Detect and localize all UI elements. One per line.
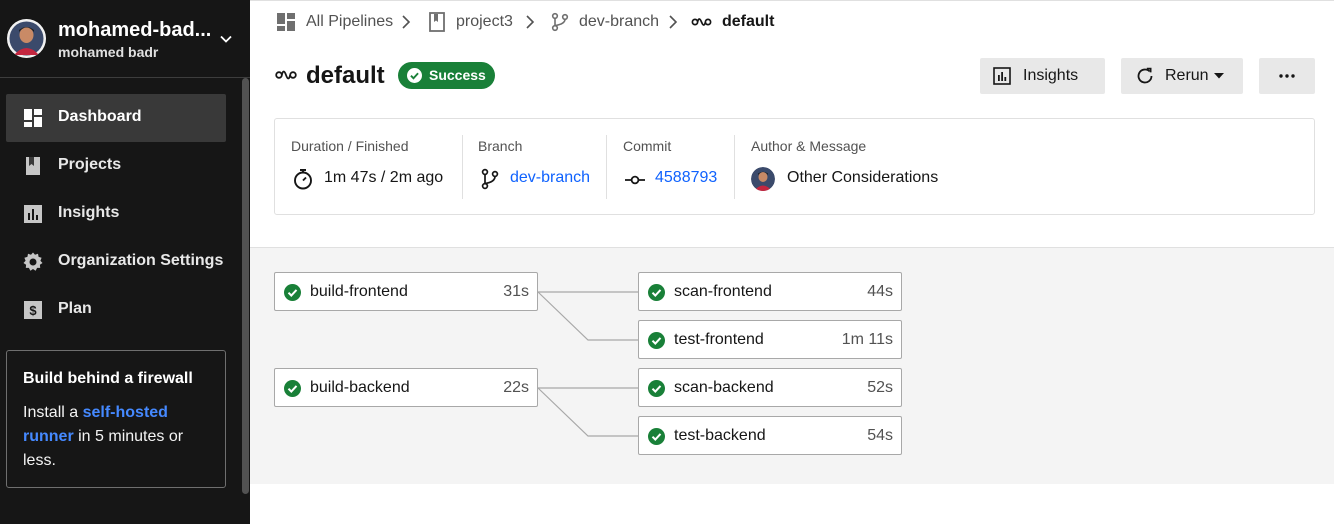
branch-label: Branch: [478, 138, 523, 154]
success-icon: [648, 380, 665, 397]
job-name: scan-frontend: [674, 283, 772, 300]
insights-icon: [993, 67, 1011, 85]
org-switcher[interactable]: mohamed-bad... mohamed badr: [0, 0, 250, 78]
sidebar-item-insights[interactable]: Insights: [6, 190, 226, 238]
refresh-icon: [1137, 67, 1153, 84]
job-test-backend[interactable]: test-backend 54s: [638, 416, 902, 455]
chevron-right-icon: [526, 15, 535, 29]
projects-icon: [26, 157, 40, 175]
job-duration: 1m 11s: [841, 331, 893, 348]
dollar-icon: $: [24, 301, 42, 319]
breadcrumb-label: dev-branch: [579, 13, 660, 30]
org-avatar: [7, 19, 46, 58]
sidebar-item-label: Insights: [58, 204, 120, 221]
commit-message: Other Considerations: [787, 169, 939, 186]
job-test-frontend[interactable]: test-frontend 1m 11s: [638, 320, 902, 359]
timer-icon: [294, 169, 312, 190]
job-name: test-backend: [674, 427, 766, 444]
promo-text: Install a self-hosted runner in 5 minute…: [23, 401, 213, 473]
job-duration: 22s: [503, 379, 529, 396]
sidebar-item-label: Projects: [58, 156, 122, 173]
page-title: default: [306, 62, 385, 89]
checkmark-icon: [407, 68, 422, 83]
sidebar-scrollbar[interactable]: [242, 78, 249, 494]
sidebar-item-projects[interactable]: Projects: [6, 142, 226, 190]
chevron-down-icon[interactable]: [218, 31, 234, 47]
chevron-right-icon: [669, 15, 678, 29]
divider: [734, 135, 735, 199]
chevron-right-icon: [402, 15, 411, 29]
sidebar: mohamed-bad... mohamed badr Dashboard Pr…: [0, 0, 250, 524]
sidebar-item-plan[interactable]: $ Plan: [6, 286, 226, 334]
org-name: mohamed-bad...: [58, 19, 212, 41]
commit-icon: [625, 175, 645, 185]
sidebar-item-label: Organization Settings: [58, 252, 224, 269]
rerun-button-label: Rerun: [1165, 67, 1209, 84]
success-icon: [648, 332, 665, 349]
svg-text:$: $: [29, 303, 37, 318]
workflow-graph: build-frontend 31s scan-frontend 44s tes…: [250, 247, 1334, 484]
duration-value: 1m 47s / 2m ago: [324, 169, 444, 186]
sidebar-item-label: Dashboard: [58, 108, 142, 125]
commit-link[interactable]: 4588793: [655, 169, 717, 187]
breadcrumb-project[interactable]: project3: [428, 12, 513, 32]
status-badge: Success: [398, 62, 495, 89]
success-icon: [284, 284, 301, 301]
pipeline-details-card: Duration / Finished 1m 47s / 2m ago Bran…: [274, 118, 1315, 215]
gear-icon: [23, 252, 43, 271]
divider: [606, 135, 607, 199]
rerun-button[interactable]: Rerun: [1121, 58, 1243, 94]
job-duration: 54s: [867, 427, 893, 444]
top-divider: [250, 0, 1334, 1]
insights-button[interactable]: Insights: [980, 58, 1105, 94]
job-duration: 44s: [867, 283, 893, 300]
project-icon: [429, 12, 445, 32]
breadcrumb-label: project3: [456, 13, 513, 30]
more-options-button[interactable]: [1259, 58, 1315, 94]
job-name: build-backend: [310, 379, 410, 396]
job-scan-frontend[interactable]: scan-frontend 44s: [638, 272, 902, 311]
job-build-backend[interactable]: build-backend 22s: [274, 368, 538, 407]
breadcrumb-all-pipelines[interactable]: All Pipelines: [276, 12, 393, 32]
sidebar-item-label: Plan: [58, 300, 92, 317]
breadcrumb-label: default: [722, 13, 775, 30]
branch-link[interactable]: dev-branch: [510, 169, 590, 187]
status-label: Success: [429, 67, 486, 83]
org-username: mohamed badr: [58, 44, 159, 60]
insights-icon: [24, 205, 42, 223]
insights-button-label: Insights: [1023, 67, 1079, 84]
job-name: scan-backend: [674, 379, 774, 396]
breadcrumb-label: All Pipelines: [306, 13, 394, 30]
success-icon: [648, 284, 665, 301]
duration-label: Duration / Finished: [291, 138, 409, 154]
divider: [462, 135, 463, 199]
success-icon: [648, 428, 665, 445]
author-avatar: [751, 167, 775, 191]
promo-text-before: Install a: [23, 404, 83, 421]
dashboard-icon: [24, 109, 42, 127]
job-duration: 52s: [867, 379, 893, 396]
workflow-icon: [691, 18, 712, 26]
job-name: test-frontend: [674, 331, 764, 348]
author-label: Author & Message: [751, 138, 867, 154]
firewall-promo-card: Build behind a firewall Install a self-h…: [6, 350, 226, 488]
breadcrumb-branch[interactable]: dev-branch: [551, 12, 659, 32]
sidebar-item-organization-settings[interactable]: Organization Settings: [6, 238, 226, 286]
sidebar-item-dashboard[interactable]: Dashboard: [6, 94, 226, 142]
commit-label: Commit: [623, 138, 672, 154]
pipelines-icon: [277, 13, 295, 31]
success-icon: [284, 380, 301, 397]
overflow-menu-icon: [1279, 74, 1295, 78]
job-scan-backend[interactable]: scan-backend 52s: [638, 368, 902, 407]
job-duration: 31s: [503, 283, 529, 300]
caret-down-icon: [1214, 73, 1224, 79]
branch-icon: [551, 12, 569, 32]
workflow-icon: [275, 70, 297, 80]
job-build-frontend[interactable]: build-frontend 31s: [274, 272, 538, 311]
branch-icon: [481, 168, 499, 190]
breadcrumb-workflow: default: [691, 12, 774, 32]
promo-title: Build behind a firewall: [23, 370, 193, 387]
job-name: build-frontend: [310, 283, 408, 300]
